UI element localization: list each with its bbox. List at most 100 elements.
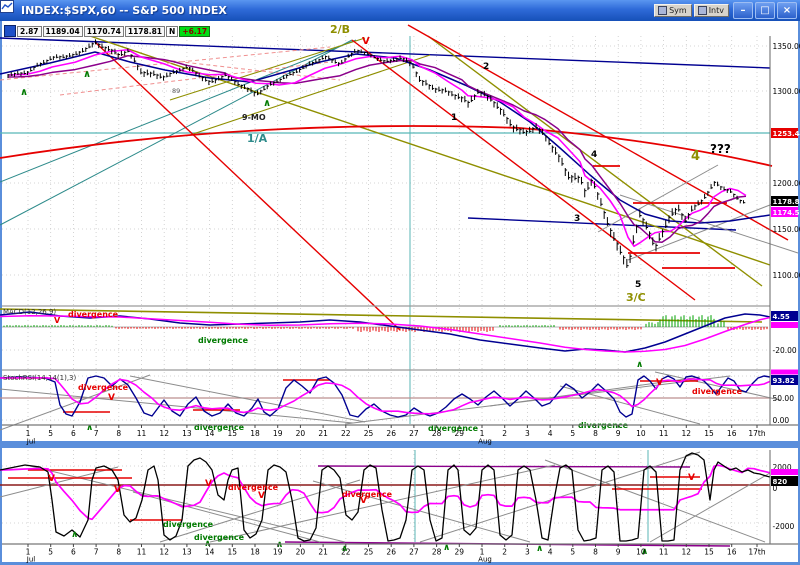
chart-annotation: 17th [748, 429, 765, 438]
maximize-button[interactable]: □ [755, 2, 775, 19]
chart-annotation: 9 [616, 429, 621, 438]
chart-annotation: 820 [773, 478, 788, 486]
quote-chip: 1170.74 [84, 26, 124, 37]
intv-button-label: Intv [709, 6, 724, 15]
intv-button[interactable]: Intv [694, 4, 729, 17]
chart-annotation: 7 [94, 429, 99, 438]
chart-annotation: 25 [364, 429, 374, 438]
maximize-icon: □ [760, 5, 769, 16]
quote-tick-icon [4, 25, 16, 37]
chart-annotation: 4 [548, 548, 553, 557]
chart-annotation: 14 [205, 429, 215, 438]
chart-annotation: 5 [570, 429, 575, 438]
chart-annotation: V [362, 36, 370, 47]
chart-annotation: 21 [318, 429, 328, 438]
close-button[interactable]: × [777, 2, 797, 19]
chart-annotation: 9 [616, 548, 621, 557]
sym-button-label: Sym [669, 6, 687, 15]
chart-annotation: divergence [68, 310, 119, 319]
window-title: INDEX:$SPX,60 -- S&P 500 INDEX [21, 4, 227, 17]
chart-annotation: 1300.00 [773, 87, 800, 96]
macd-label: MACD(12,26,9) [3, 308, 56, 316]
chart-annotation: 2 [483, 62, 489, 72]
chart-annotation: 2 [502, 548, 507, 557]
chart-annotation: 26 [386, 548, 396, 557]
chart-annotation: 20 [296, 548, 306, 557]
chart-annotation: 29 [455, 548, 465, 557]
chart-annotation: 18 [250, 429, 260, 438]
quote-strip: 2.871189.041170.741178.81N+6.17 [4, 25, 211, 37]
chart-annotation: 11 [137, 548, 147, 557]
chart-annotation: 4 [548, 429, 553, 438]
chart-annotation: V [54, 316, 61, 325]
chart-annotation: 9-MO [242, 113, 266, 122]
chart-annotation: 10 [636, 548, 646, 557]
chart-annotation: 4 [691, 149, 700, 164]
axis-value-chip [771, 370, 798, 375]
chart-annotation: 12 [159, 429, 169, 438]
chart-annotation: 29 [455, 429, 465, 438]
chart-annotation: 16 [727, 548, 737, 557]
chart-annotation: 2 [502, 429, 507, 438]
chart-annotation: 5 [48, 548, 53, 557]
chart-annotation: 28 [432, 429, 442, 438]
chart-annotation: 22 [341, 548, 351, 557]
chart-annotation: divergence [692, 387, 743, 396]
chart-annotation: 12 [159, 548, 169, 557]
desktop: 1350.001300.001200.001150.001100.001253.… [0, 0, 800, 565]
chart-annotation: 26 [386, 429, 396, 438]
app-icon [3, 4, 17, 17]
chart-annotation: 0.00 [773, 416, 790, 425]
sym-button[interactable]: Sym [654, 4, 692, 17]
stochrsi-label: StochRSI(14,14(1),3) [3, 374, 76, 382]
chart-annotation: 13 [182, 548, 192, 557]
chart-annotation: 1350.00 [773, 42, 800, 51]
chart-annotation: 13 [182, 429, 192, 438]
chart-annotation: 28 [432, 548, 442, 557]
close-icon: × [783, 5, 791, 16]
minimize-button[interactable]: – [733, 2, 753, 19]
chart-annotation: 3 [525, 429, 530, 438]
title-bar[interactable]: INDEX:$SPX,60 -- S&P 500 INDEX Sym Intv … [0, 0, 800, 21]
chart-annotation: 8 [116, 429, 121, 438]
chart-annotation: 15 [704, 429, 714, 438]
chart-annotation: divergence [78, 383, 129, 392]
chart-annotation: 6 [71, 548, 76, 557]
chart-annotation: ∧ [20, 87, 28, 98]
chart-annotation: ∧ [636, 360, 643, 370]
quote-chip: N [166, 26, 178, 37]
price-macd-stoch-chart[interactable]: 1350.001300.001200.001150.001100.001253.… [0, 0, 800, 445]
chart-annotation: V [48, 474, 55, 484]
chart-annotation: 1100.00 [773, 271, 800, 280]
quote-chip: 1189.04 [43, 26, 83, 37]
chart-annotation: 16 [727, 429, 737, 438]
chart-annotation: 5 [48, 429, 53, 438]
chart-annotation: 1 [451, 113, 457, 123]
chart-annotation: 11 [137, 429, 147, 438]
chart-annotation: V [258, 491, 265, 501]
chart-annotation: 5 [570, 548, 575, 557]
breadth-chart[interactable]: 20000-2000820divergencedivergenceVVVVVVd… [0, 445, 800, 565]
chart-annotation: 11 [659, 548, 669, 557]
intv-icon [698, 6, 707, 15]
chart-annotation: divergence [228, 483, 279, 492]
chart-annotation: divergence [194, 533, 245, 542]
chart-annotation: 4.55 [773, 313, 790, 321]
chart-annotation: 8 [593, 548, 598, 557]
chart-window-main: 1350.001300.001200.001150.001100.001253.… [0, 0, 800, 445]
chart-annotation: V [114, 485, 121, 495]
chart-annotation: 15 [228, 548, 238, 557]
chart-annotation: 3/C [626, 291, 646, 304]
breadth-window: 20000-2000820divergencedivergenceVVVVVVd… [0, 445, 800, 565]
chart-annotation: 1174.52 [773, 209, 800, 217]
chart-annotation: 8 [593, 429, 598, 438]
chart-annotation: 93.82 [773, 377, 795, 385]
chart-annotation: 89 [172, 87, 180, 95]
axis-value-chip [771, 322, 798, 328]
chart-annotation: 11 [659, 429, 669, 438]
chart-annotation: 8 [116, 548, 121, 557]
chart-annotation: -20.00 [773, 346, 797, 355]
chart-annotation: 12 [682, 548, 692, 557]
chart-annotation: V [656, 378, 663, 388]
chart-annotation: 4 [591, 150, 597, 160]
